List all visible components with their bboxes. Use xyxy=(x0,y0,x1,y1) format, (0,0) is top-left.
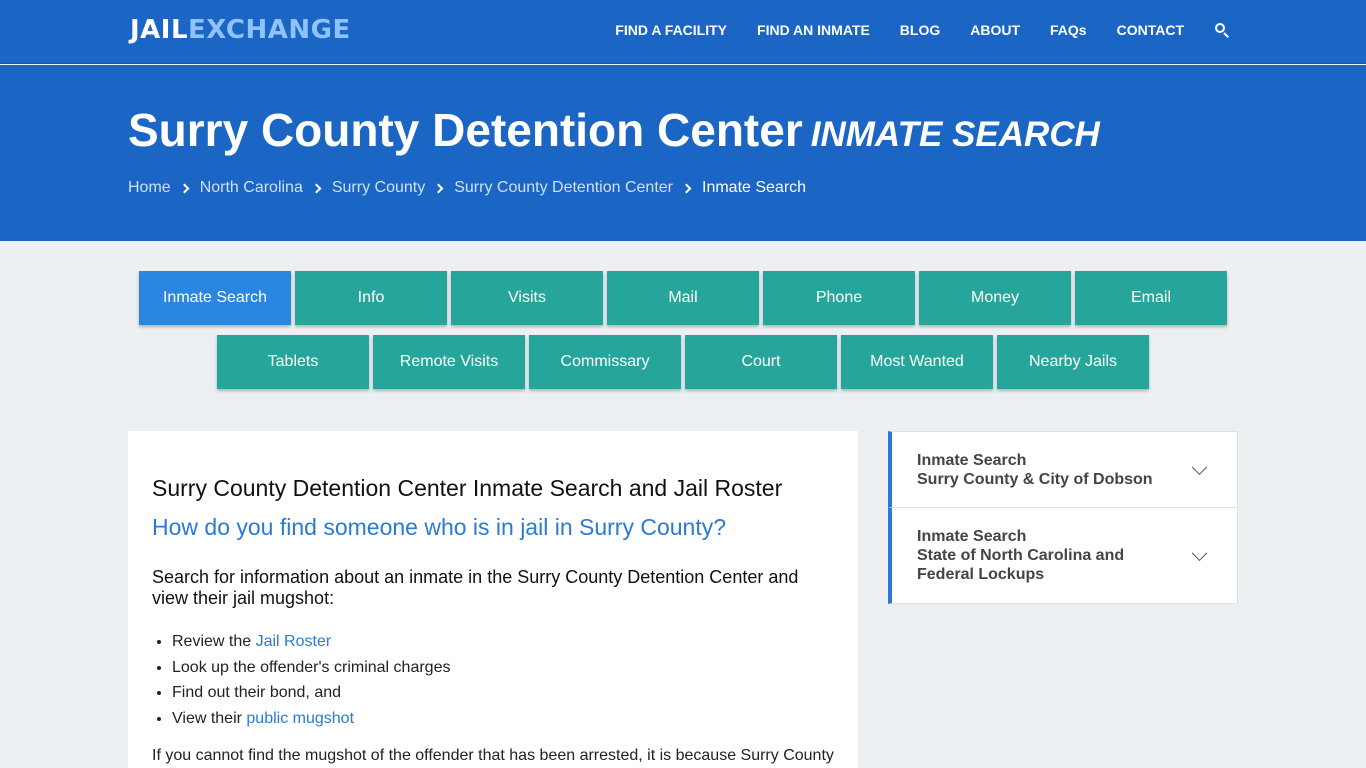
tab-money[interactable]: Money xyxy=(919,271,1071,325)
nav-contact[interactable]: CONTACT xyxy=(1117,22,1184,38)
sidebar-item-county-search[interactable]: Inmate Search Surry County & City of Dob… xyxy=(888,431,1238,508)
site-logo[interactable]: JAILEXCHANGE xyxy=(130,15,351,45)
hero-banner: Surry County Detention Center INMATE SEAR… xyxy=(0,65,1366,241)
breadcrumb-state[interactable]: North Carolina xyxy=(200,179,303,197)
sidebar-item-title: Inmate Search xyxy=(917,528,1027,545)
sidebar-item-state-search[interactable]: Inmate Search State of North Carolina an… xyxy=(888,508,1238,604)
logo-jail: JAIL xyxy=(130,15,189,45)
list-item-text: Find out their bond, and xyxy=(172,684,342,701)
nav-find-facility[interactable]: FIND A FACILITY xyxy=(615,22,727,38)
tab-mail[interactable]: Mail xyxy=(607,271,759,325)
tab-nearby-jails[interactable]: Nearby Jails xyxy=(997,335,1149,389)
sidebar-item-title: Inmate Search xyxy=(917,451,1027,469)
page-title-sub: INMATE SEARCH xyxy=(810,115,1100,154)
chevron-down-icon[interactable] xyxy=(1191,544,1208,561)
list-item-text: View their xyxy=(172,709,247,727)
breadcrumb-facility[interactable]: Surry County Detention Center xyxy=(454,179,673,197)
sidebar-item-subtitle: Surry County & City of Dobson xyxy=(917,470,1153,488)
tabs-row-1: Inmate Search Info Visits Mail Phone Mon… xyxy=(0,271,1366,325)
sidebar: Inmate Search Surry County & City of Dob… xyxy=(888,431,1238,604)
chevron-down-icon[interactable] xyxy=(1191,458,1208,475)
chevron-right-icon xyxy=(681,183,692,193)
tabs-row-2: Tablets Remote Visits Commissary Court M… xyxy=(0,335,1366,389)
list-item: Review the Jail Roster xyxy=(172,629,450,655)
breadcrumb: Home North Carolina Surry County Surry C… xyxy=(128,179,806,197)
content-lead: Search for information about an inmate i… xyxy=(152,567,799,608)
sidebar-item-subtitle: State of North Carolina and Federal Lock… xyxy=(917,547,1125,583)
list-item: View their public mugshot xyxy=(172,706,450,732)
nav-about[interactable]: ABOUT xyxy=(970,22,1020,38)
content-heading: Surry County Detention Center Inmate Sea… xyxy=(152,475,783,501)
public-mugshot-link[interactable]: public mugshot xyxy=(246,710,354,727)
tab-court[interactable]: Court xyxy=(685,335,837,389)
page-title-main: Surry County Detention Center xyxy=(128,104,803,156)
content-paragraph: If you cannot find the mugshot of the of… xyxy=(152,747,834,764)
tab-most-wanted[interactable]: Most Wanted xyxy=(841,335,993,389)
tab-tablets[interactable]: Tablets xyxy=(217,335,369,389)
list-item-text: Review the xyxy=(172,633,256,650)
nav-links: FIND A FACILITY FIND AN INMATE BLOG ABOU… xyxy=(585,22,1230,38)
top-navbar: JAILEXCHANGE FIND A FACILITY FIND AN INM… xyxy=(0,0,1366,64)
main-content-card: Surry County Detention Center Inmate Sea… xyxy=(128,431,858,768)
list-item: Look up the offender's criminal charges xyxy=(172,655,450,681)
tab-remote-visits[interactable]: Remote Visits xyxy=(373,335,525,389)
content-bullet-list: Review the Jail Roster Look up the offen… xyxy=(172,629,450,731)
logo-exchange: EXCHANGE xyxy=(188,15,351,45)
content-question: How do you find someone who is in jail i… xyxy=(152,514,727,540)
chevron-right-icon xyxy=(311,183,322,193)
breadcrumb-county[interactable]: Surry County xyxy=(332,179,425,197)
list-item-text: Look up the offender's criminal charges xyxy=(172,658,451,676)
tab-visits[interactable]: Visits xyxy=(451,271,603,325)
nav-blog[interactable]: BLOG xyxy=(900,22,940,38)
nav-find-inmate[interactable]: FIND AN INMATE xyxy=(757,22,870,38)
list-item: Find out their bond, and xyxy=(172,680,450,706)
tab-email[interactable]: Email xyxy=(1075,271,1227,325)
tab-commissary[interactable]: Commissary xyxy=(529,335,681,389)
breadcrumb-home[interactable]: Home xyxy=(128,179,171,197)
breadcrumb-current: Inmate Search xyxy=(702,179,807,196)
jail-roster-link[interactable]: Jail Roster xyxy=(256,633,332,650)
search-icon[interactable] xyxy=(1214,22,1230,38)
chevron-right-icon xyxy=(179,183,190,193)
chevron-right-icon xyxy=(433,183,444,193)
page-title: Surry County Detention Center INMATE SEAR… xyxy=(128,103,1100,157)
tab-phone[interactable]: Phone xyxy=(763,271,915,325)
nav-faqs[interactable]: FAQs xyxy=(1050,22,1087,38)
tab-inmate-search[interactable]: Inmate Search xyxy=(139,271,291,325)
tab-info[interactable]: Info xyxy=(295,271,447,325)
